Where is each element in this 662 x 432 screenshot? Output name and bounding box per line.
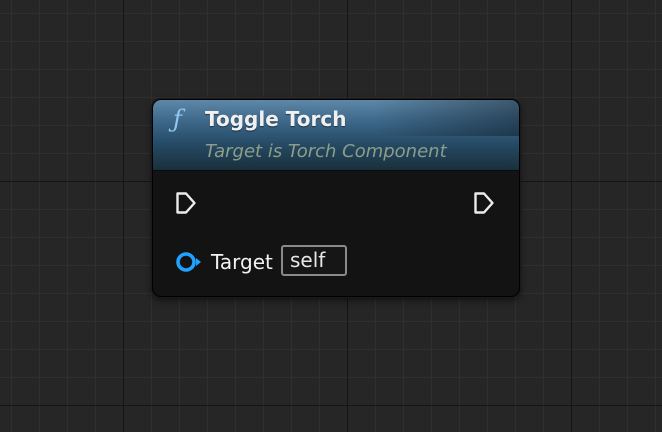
function-icon: ƒ xyxy=(173,105,182,133)
node-title: Toggle Torch xyxy=(205,107,347,131)
blueprint-function-node[interactable]: ƒ Toggle Torch Target is Torch Component… xyxy=(152,99,520,297)
target-value-field[interactable]: self xyxy=(281,245,347,276)
target-pin-icon[interactable] xyxy=(175,251,203,273)
exec-output-pin-icon[interactable] xyxy=(473,191,495,215)
node-subtitle: Target is Torch Component xyxy=(205,141,447,162)
target-pin-label: Target xyxy=(211,250,273,274)
exec-input-pin-icon[interactable] xyxy=(175,191,197,215)
